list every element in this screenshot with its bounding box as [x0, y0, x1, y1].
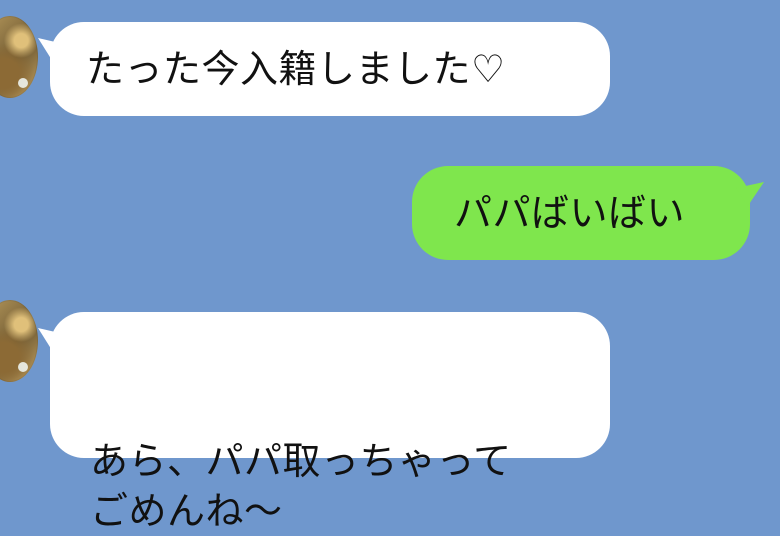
- incoming-bubble-tail: [38, 38, 64, 62]
- message-text: たった今入籍しました♡: [86, 47, 506, 91]
- chat-thread: たった今入籍しました♡ パパばいばい あら、パパ取っちゃって ごめんね〜: [0, 0, 780, 533]
- sender-avatar[interactable]: [0, 16, 38, 98]
- outgoing-message-bubble[interactable]: パパばいばい: [412, 166, 764, 260]
- sender-avatar[interactable]: [0, 300, 38, 382]
- incoming-bubble-tail: [38, 328, 64, 352]
- incoming-message-bubble[interactable]: あら、パパ取っちゃって ごめんね〜: [38, 312, 610, 533]
- incoming-message-bubble[interactable]: たった今入籍しました♡: [38, 22, 610, 116]
- message-text: パパばいばい: [454, 191, 686, 235]
- message-text: あら、パパ取っちゃって ごめんね〜: [90, 439, 512, 533]
- outgoing-bubble-tail: [736, 182, 764, 206]
